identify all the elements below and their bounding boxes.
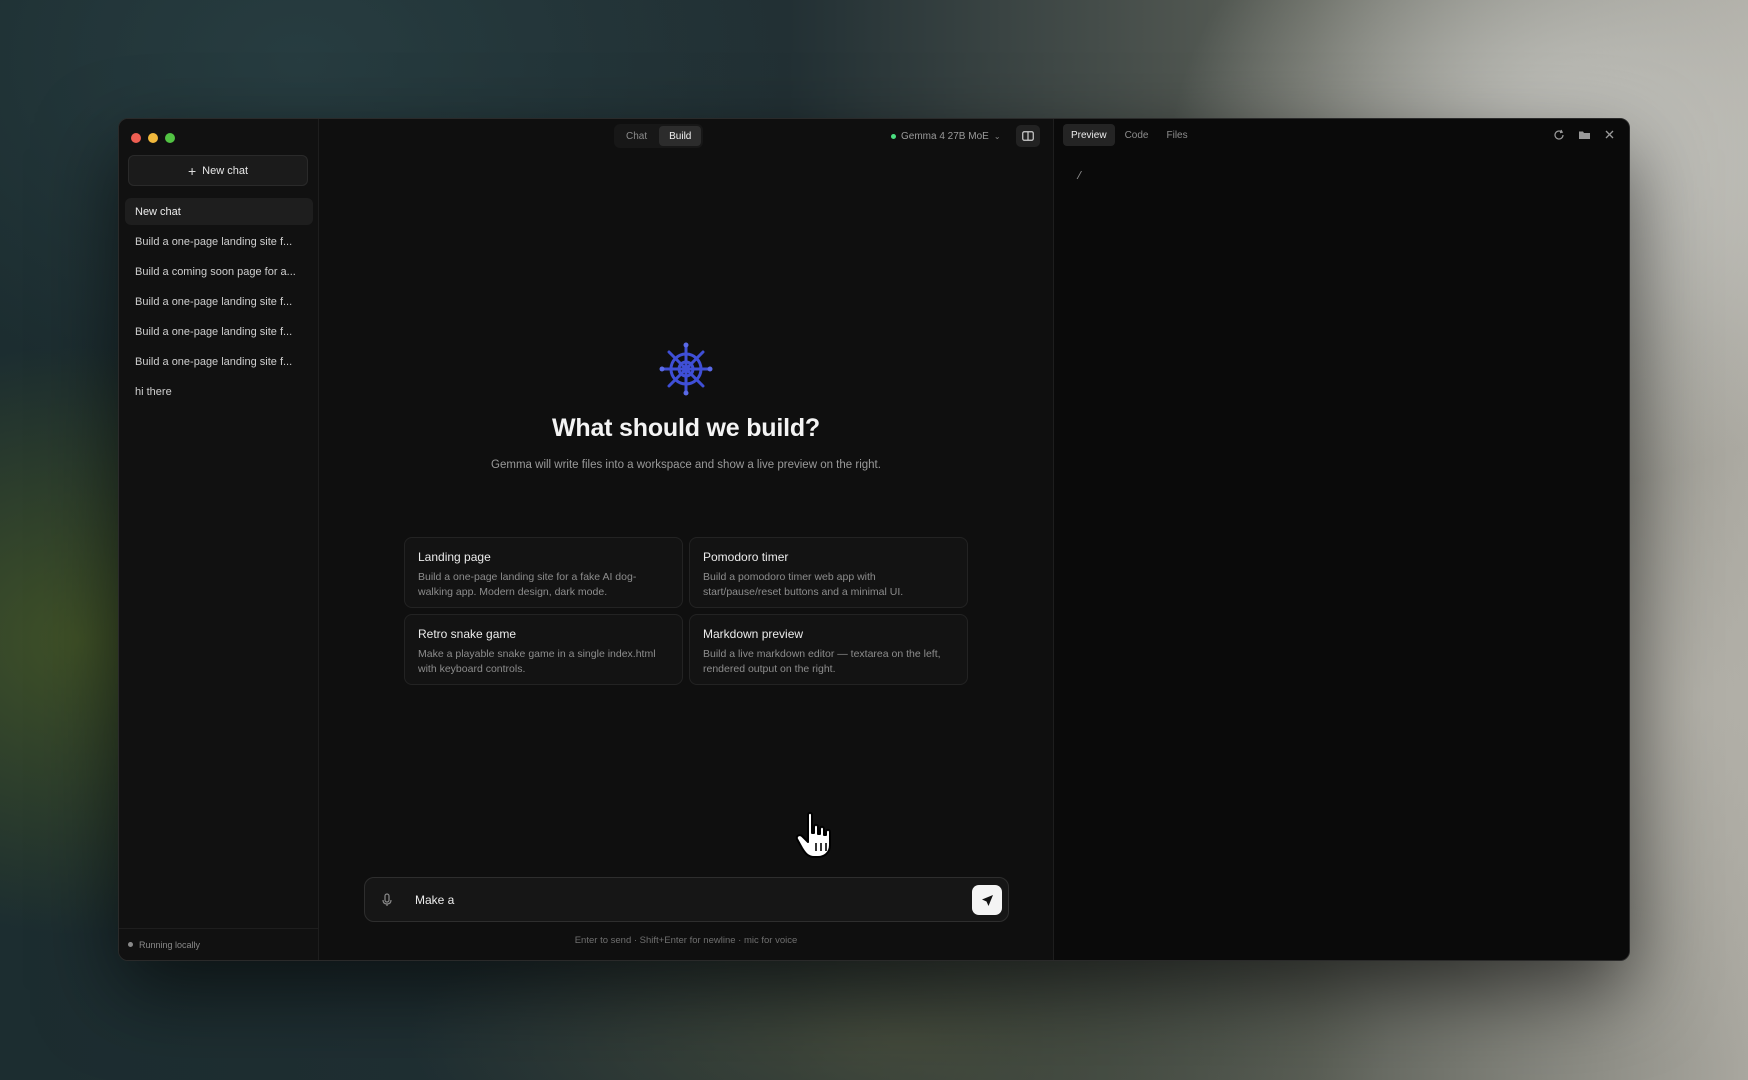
hand-cursor-icon	[795, 811, 831, 858]
plus-icon: +	[187, 162, 197, 179]
preview-tabs: Preview Code Files	[1063, 124, 1196, 148]
suggestion-grid: Landing page Build a one-page landing si…	[404, 537, 968, 685]
card-description: Build a pomodoro timer web app with star…	[703, 571, 904, 598]
suggestion-card-retro-snake-game[interactable]: Retro snake game Make a playable snake g…	[404, 614, 683, 685]
tab-chat[interactable]: Chat	[616, 126, 657, 146]
top-bar: Chat Build Gemma 4 27B MoE ⌄	[319, 119, 1053, 154]
composer-hint: Enter to send · Shift+Enter for newline …	[574, 935, 798, 946]
main-panel: Chat Build Gemma 4 27B MoE ⌄ What should…	[319, 119, 1054, 960]
tab-preview[interactable]: Preview	[1063, 124, 1115, 146]
card-description: Build a live markdown editor — textarea …	[703, 648, 941, 675]
card-title: Pomodoro timer	[703, 550, 789, 564]
new-chat-button[interactable]: + New chat	[128, 155, 308, 186]
suggestion-card-markdown-preview[interactable]: Markdown preview Build a live markdown e…	[689, 614, 968, 685]
minimize-window-button[interactable]	[148, 133, 158, 143]
card-title: Landing page	[418, 550, 491, 564]
page-title: What should we build?	[552, 414, 820, 442]
tab-build[interactable]: Build	[659, 126, 702, 146]
maximize-window-button[interactable]	[165, 133, 175, 143]
status-dot-icon	[128, 942, 133, 947]
mode-toggle: Chat Build	[614, 124, 704, 148]
folder-icon[interactable]	[1578, 129, 1591, 141]
close-icon[interactable]	[1604, 129, 1615, 140]
model-status-dot-icon	[891, 133, 896, 139]
hero: What should we build? Gemma will write f…	[319, 339, 1053, 471]
chat-history-item[interactable]: Build a one-page landing site f...	[125, 318, 313, 345]
model-selector[interactable]: Gemma 4 27B MoE ⌄	[891, 129, 1001, 143]
message-input[interactable]	[415, 878, 935, 921]
gemma-logo-icon	[659, 342, 713, 396]
preview-path: /	[1076, 171, 1083, 183]
chat-history-item[interactable]: Build a coming soon page for a...	[125, 258, 313, 285]
card-description: Make a playable snake game in a single i…	[418, 648, 656, 675]
page-subtitle: Gemma will write files into a workspace …	[491, 459, 881, 471]
send-button[interactable]	[972, 885, 1002, 915]
split-view-icon	[1022, 131, 1034, 141]
preview-panel: Preview Code Files /	[1054, 119, 1629, 960]
close-window-button[interactable]	[131, 133, 141, 143]
chat-history-item[interactable]: New chat	[125, 198, 313, 225]
card-title: Retro snake game	[418, 627, 517, 641]
chat-history-item[interactable]: hi there	[125, 378, 313, 405]
model-name: Gemma 4 27B MoE	[901, 130, 989, 142]
chat-history-list: New chat Build a one-page landing site f…	[125, 198, 313, 408]
chat-history-item[interactable]: Build a one-page landing site f...	[125, 228, 313, 255]
card-description: Build a one-page landing site for a fake…	[418, 571, 637, 598]
suggestion-card-pomodoro-timer[interactable]: Pomodoro timer Build a pomodoro timer we…	[689, 537, 968, 608]
mic-icon[interactable]	[379, 892, 395, 908]
refresh-icon[interactable]	[1553, 129, 1565, 141]
sidebar: + New chat New chat Build a one-page lan…	[119, 119, 319, 960]
preview-actions	[1553, 129, 1615, 141]
send-arrow-icon	[981, 894, 993, 906]
status-text: Running locally	[139, 939, 201, 950]
chat-history-item[interactable]: Build a one-page landing site f...	[125, 288, 313, 315]
composer	[364, 877, 1009, 922]
new-chat-label: New chat	[202, 164, 249, 177]
chat-history-item[interactable]: Build a one-page landing site f...	[125, 348, 313, 375]
toggle-preview-layout-button[interactable]	[1016, 125, 1040, 147]
window-controls	[131, 133, 175, 143]
app-window: + New chat New chat Build a one-page lan…	[118, 118, 1630, 961]
card-title: Markdown preview	[703, 627, 804, 641]
tab-files[interactable]: Files	[1158, 124, 1195, 146]
suggestion-card-landing-page[interactable]: Landing page Build a one-page landing si…	[404, 537, 683, 608]
tab-code[interactable]: Code	[1117, 124, 1157, 146]
status-footer: Running locally	[119, 928, 318, 960]
chevron-down-icon: ⌄	[993, 131, 1001, 141]
